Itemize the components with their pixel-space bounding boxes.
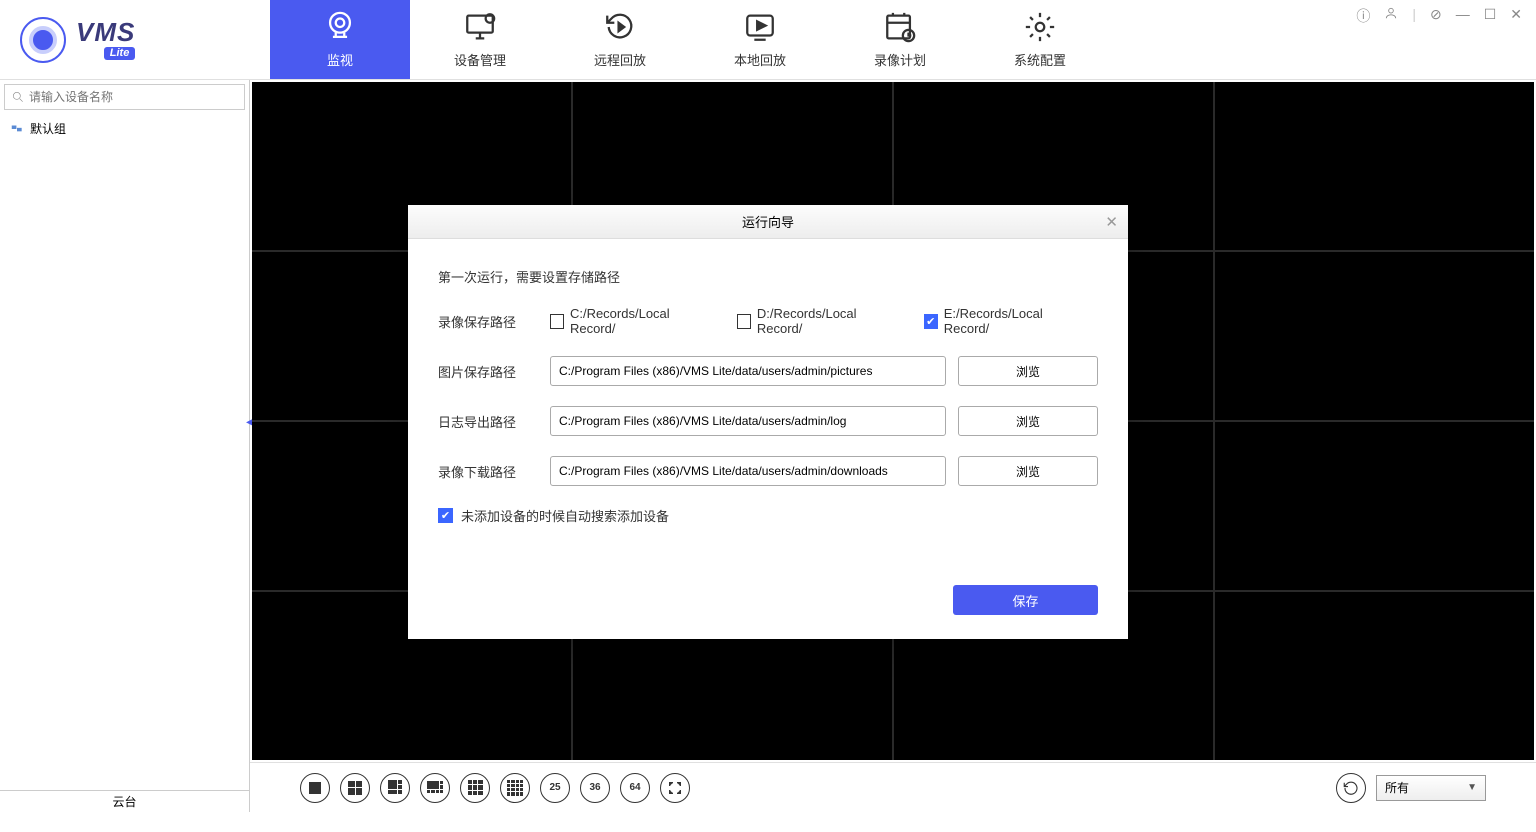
layout-64-button[interactable]: 64 xyxy=(620,773,650,803)
tab-monitor[interactable]: 监视 xyxy=(270,0,410,79)
logo-icon xyxy=(20,17,66,63)
layout-1-button[interactable] xyxy=(300,773,330,803)
cycle-button[interactable] xyxy=(1336,773,1366,803)
tab-record-plan-label: 录像计划 xyxy=(874,50,926,69)
download-path-input[interactable] xyxy=(550,456,946,486)
group-icon xyxy=(10,122,24,136)
top-bar: VMS Lite 监视 设备管理 远程回放 本地回放 录像计划 系统配置 xyxy=(0,0,1536,80)
separator: | xyxy=(1412,6,1416,22)
dialog-intro: 第一次运行，需要设置存储路径 xyxy=(438,267,1098,286)
drive-c-checkbox[interactable]: C:/Records/Local Record/ xyxy=(550,306,707,336)
camera-icon xyxy=(323,10,357,44)
window-controls: ⓘ | ⊘ — ☐ ✕ xyxy=(1356,0,1536,79)
drive-d-label: D:/Records/Local Record/ xyxy=(757,306,894,336)
drive-e-label: E:/Records/Local Record/ xyxy=(944,306,1080,336)
user-icon[interactable] xyxy=(1384,6,1398,20)
tree-default-group[interactable]: 默认组 xyxy=(6,118,243,139)
device-tree: 默认组 xyxy=(0,114,249,790)
video-cell[interactable] xyxy=(1215,592,1534,760)
tab-device-mgmt[interactable]: 设备管理 xyxy=(410,0,550,79)
picture-path-label: 图片保存路径 xyxy=(438,362,538,381)
dialog-title-bar: 运行向导 ✕ xyxy=(408,205,1128,239)
layout-toolbar: 25 36 64 所有 ▼ xyxy=(250,762,1536,812)
tab-remote-playback[interactable]: 远程回放 xyxy=(550,0,690,79)
play-rect-icon xyxy=(743,10,777,44)
calendar-clock-icon xyxy=(883,10,917,44)
monitor-gear-icon xyxy=(463,10,497,44)
drive-d-checkbox[interactable]: D:/Records/Local Record/ xyxy=(737,306,894,336)
gear-icon xyxy=(1023,10,1057,44)
log-path-label: 日志导出路径 xyxy=(438,412,538,431)
video-cell[interactable] xyxy=(1215,422,1534,590)
layout-25-button[interactable]: 25 xyxy=(540,773,570,803)
auto-add-label: 未添加设备的时候自动搜索添加设备 xyxy=(461,506,669,525)
video-cell[interactable] xyxy=(1215,82,1534,250)
record-path-label: 录像保存路径 xyxy=(438,312,538,331)
app-logo: VMS Lite xyxy=(0,0,270,79)
tab-record-plan[interactable]: 录像计划 xyxy=(830,0,970,79)
fullscreen-button[interactable] xyxy=(660,773,690,803)
tab-local-playback[interactable]: 本地回放 xyxy=(690,0,830,79)
tab-local-playback-label: 本地回放 xyxy=(734,50,786,69)
maximize-button[interactable]: ☐ xyxy=(1484,6,1497,23)
log-path-input[interactable] xyxy=(550,406,946,436)
close-button[interactable]: ✕ xyxy=(1510,6,1522,23)
layout-6-button[interactable] xyxy=(380,773,410,803)
picture-path-input[interactable] xyxy=(550,356,946,386)
logo-text: VMS xyxy=(76,19,135,45)
chevron-down-icon: ▼ xyxy=(1467,782,1477,793)
tab-monitor-label: 监视 xyxy=(327,50,353,69)
picture-browse-button[interactable]: 浏览 xyxy=(958,356,1098,386)
device-search-input[interactable] xyxy=(29,90,238,104)
download-path-label: 录像下载路径 xyxy=(438,462,538,481)
nav-tabs: 监视 设备管理 远程回放 本地回放 录像计划 系统配置 xyxy=(270,0,1110,79)
log-browse-button[interactable]: 浏览 xyxy=(958,406,1098,436)
device-search[interactable] xyxy=(4,84,245,110)
layout-8-button[interactable] xyxy=(420,773,450,803)
tab-system-config[interactable]: 系统配置 xyxy=(970,0,1110,79)
layout-36-button[interactable]: 36 xyxy=(580,773,610,803)
logo-badge-text: Lite xyxy=(104,47,136,60)
video-cell[interactable] xyxy=(1215,252,1534,420)
layout-9-button[interactable] xyxy=(460,773,490,803)
auto-add-checkbox[interactable]: ✔ 未添加设备的时候自动搜索添加设备 xyxy=(438,506,1098,525)
history-play-icon xyxy=(603,10,637,44)
tree-default-group-label: 默认组 xyxy=(30,120,66,137)
tab-device-mgmt-label: 设备管理 xyxy=(454,50,506,69)
drive-c-label: C:/Records/Local Record/ xyxy=(570,306,707,336)
minimize-button[interactable]: — xyxy=(1456,6,1470,22)
layout-16-button[interactable] xyxy=(500,773,530,803)
sidebar: 默认组 云台 xyxy=(0,80,250,812)
ptz-panel-toggle[interactable]: 云台 xyxy=(0,790,249,812)
dialog-title: 运行向导 xyxy=(742,212,794,231)
stream-select[interactable]: 所有 ▼ xyxy=(1376,775,1486,801)
tab-system-config-label: 系统配置 xyxy=(1014,50,1066,69)
stream-select-label: 所有 xyxy=(1385,779,1409,796)
info-icon[interactable]: ⓘ xyxy=(1356,6,1370,26)
tab-remote-playback-label: 远程回放 xyxy=(594,50,646,69)
drive-e-checkbox[interactable]: ✔E:/Records/Local Record/ xyxy=(924,306,1080,336)
download-browse-button[interactable]: 浏览 xyxy=(958,456,1098,486)
layout-4-button[interactable] xyxy=(340,773,370,803)
save-button[interactable]: 保存 xyxy=(953,585,1098,615)
dialog-close-button[interactable]: ✕ xyxy=(1105,213,1118,231)
help-icon[interactable]: ⊘ xyxy=(1430,6,1442,23)
search-icon xyxy=(11,90,25,104)
wizard-dialog: 运行向导 ✕ 第一次运行，需要设置存储路径 录像保存路径 C:/Records/… xyxy=(408,205,1128,639)
